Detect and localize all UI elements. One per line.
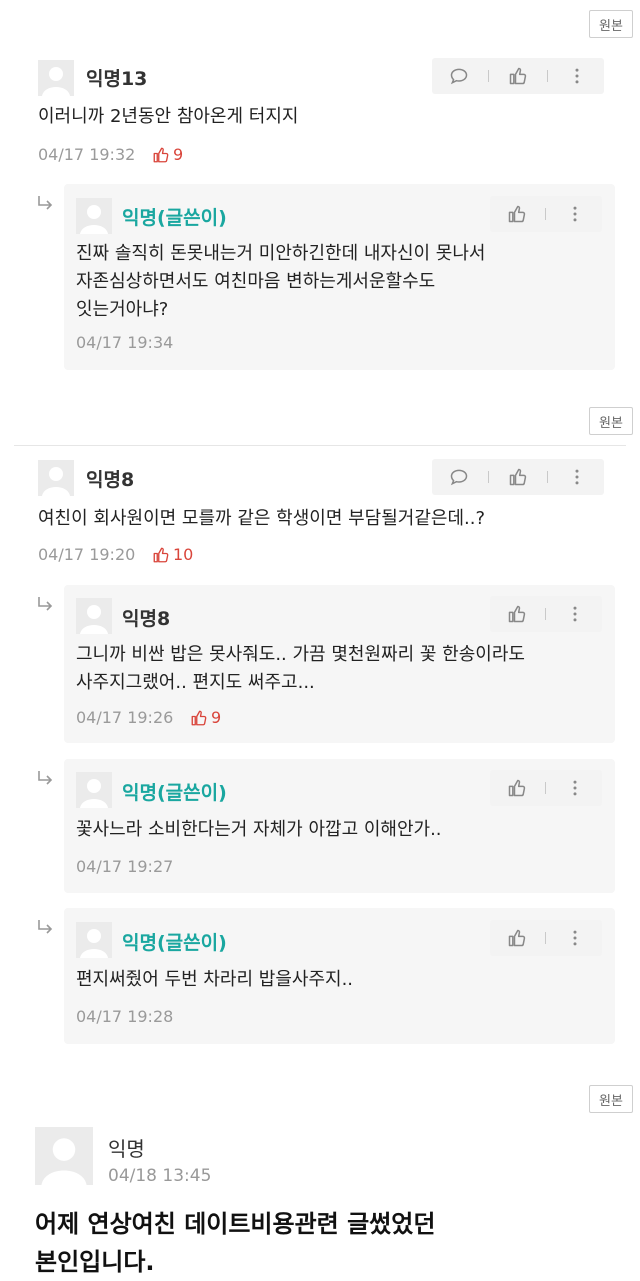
reply-text-line: 사주지그랬어.. 편지도 써주고... xyxy=(76,672,315,693)
more-options-icon[interactable] xyxy=(564,63,590,89)
avatar xyxy=(76,198,112,234)
thumbs-up-icon xyxy=(152,546,170,564)
reply-arrow-icon xyxy=(36,596,54,614)
original-button[interactable]: 원본 xyxy=(589,1085,633,1113)
more-options-icon[interactable] xyxy=(562,925,588,951)
avatar xyxy=(76,598,112,634)
like-count: 9 xyxy=(190,708,221,727)
reply-arrow-icon xyxy=(36,919,54,937)
like-count-value: 10 xyxy=(173,545,194,564)
avatar xyxy=(76,772,112,808)
reply-bubble-icon[interactable] xyxy=(446,464,472,490)
reply-author: 익명8 xyxy=(122,608,171,630)
reply-actions xyxy=(490,596,602,632)
more-options-icon[interactable] xyxy=(564,464,590,490)
reply-time: 04/17 19:28 xyxy=(76,1007,174,1026)
thumbs-up-icon[interactable] xyxy=(505,63,531,89)
comment-actions xyxy=(432,58,604,94)
avatar xyxy=(38,60,74,96)
comment-time: 04/17 19:32 xyxy=(38,145,136,164)
reply-text-line: 자존심상하면서도 여친마음 변하는게서운할수도 xyxy=(76,271,436,292)
reply-arrow-icon xyxy=(36,770,54,788)
reply-time: 04/17 19:26 xyxy=(76,708,174,727)
thumbs-up-icon[interactable] xyxy=(504,925,530,951)
comment-author: 익명8 xyxy=(86,469,135,491)
reply-text-line: 잇는거아냐? xyxy=(76,299,169,320)
thumbs-up-icon[interactable] xyxy=(504,601,530,627)
reply-text-line: 진짜 솔직히 돈못내는거 미안하긴한데 내자신이 못나서 xyxy=(76,243,486,264)
thumbs-up-icon xyxy=(190,709,208,727)
avatar xyxy=(76,922,112,958)
reply-text-line: 편지써줬어 두번 차라리 밥을사주지.. xyxy=(76,969,354,990)
like-count-value: 9 xyxy=(211,708,222,727)
reply-actions xyxy=(490,920,602,956)
post-author: 익명 xyxy=(108,1137,145,1161)
more-options-icon[interactable] xyxy=(562,201,588,227)
original-button[interactable]: 원본 xyxy=(589,10,633,38)
reply-actions xyxy=(490,196,602,232)
thumbs-up-icon[interactable] xyxy=(504,775,530,801)
comment-time: 04/17 19:20 xyxy=(38,545,136,564)
reply-time: 04/17 19:27 xyxy=(76,857,174,876)
more-options-icon[interactable] xyxy=(562,775,588,801)
reply-arrow-icon xyxy=(36,195,54,213)
comment-text: 이러니까 2년동안 참아온게 터지지 xyxy=(38,106,299,127)
comment-text: 여친이 회사원이면 모를까 같은 학생이면 부담될거같은데..? xyxy=(38,508,486,529)
thumbs-up-icon[interactable] xyxy=(504,201,530,227)
reply-text-line: 그니까 비싼 밥은 못사줘도.. 가끔 몇천원짜리 꽃 한송이라도 xyxy=(76,644,525,665)
reply-author: 익명(글쓴이) xyxy=(122,932,227,954)
avatar xyxy=(35,1127,93,1185)
more-options-icon[interactable] xyxy=(562,601,588,627)
divider xyxy=(14,445,626,446)
original-button[interactable]: 원본 xyxy=(589,407,633,435)
like-count: 9 xyxy=(152,145,183,164)
thumbs-up-icon[interactable] xyxy=(505,464,531,490)
post-time: 04/18 13:45 xyxy=(108,1166,212,1186)
comment-actions xyxy=(432,459,604,495)
reply-text-line: 꽃사느라 소비한다는거 자체가 아깝고 이해안가.. xyxy=(76,819,442,840)
thumbs-up-icon xyxy=(152,146,170,164)
avatar xyxy=(38,460,74,496)
like-count: 10 xyxy=(152,545,193,564)
post-text-line: 본인입니다. xyxy=(35,1248,155,1276)
reply-bubble-icon[interactable] xyxy=(446,63,472,89)
post-text-line: 어제 연상여친 데이트비용관련 글썼었던 xyxy=(35,1210,436,1238)
comment-author: 익명13 xyxy=(86,68,148,90)
reply-time: 04/17 19:34 xyxy=(76,333,174,352)
reply-author: 익명(글쓴이) xyxy=(122,207,227,229)
reply-author: 익명(글쓴이) xyxy=(122,782,227,804)
reply-actions xyxy=(490,770,602,806)
like-count-value: 9 xyxy=(173,145,184,164)
